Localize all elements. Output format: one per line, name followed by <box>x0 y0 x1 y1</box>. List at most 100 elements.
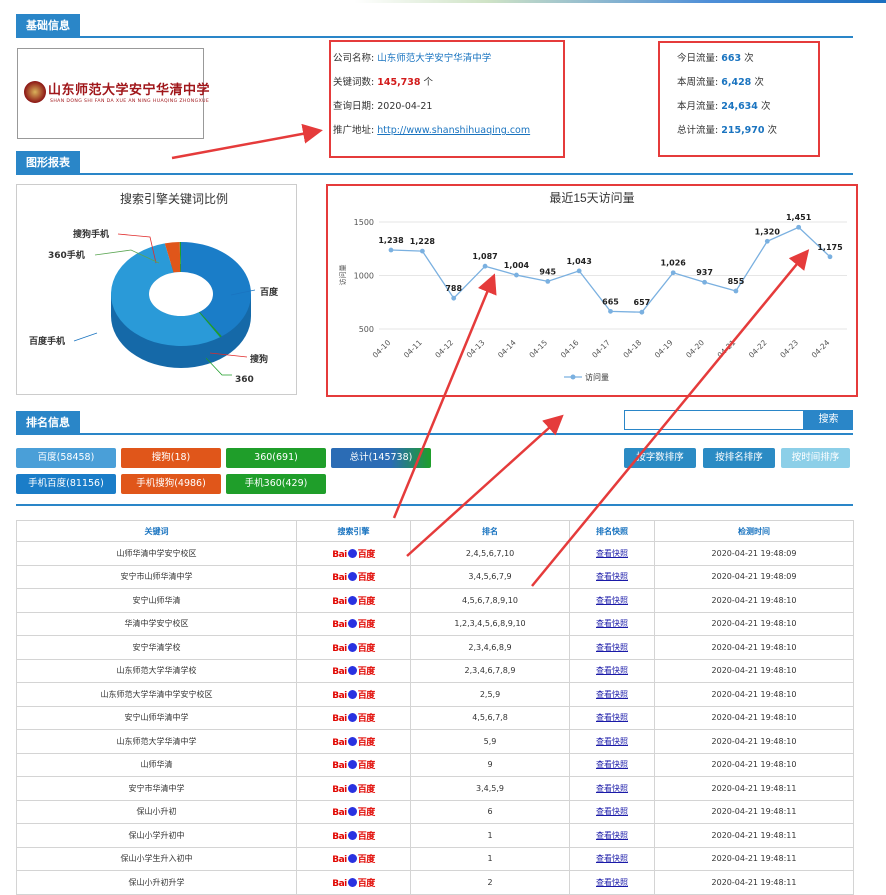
table-row: 山东师范大学华清中学安宁校区 Bai 百度 2,5,9 查看快照 2020-04-21 1… <box>16 682 854 707</box>
pie-label-baidu: 百度 <box>260 286 279 298</box>
engine-cell: Bai 百度 <box>296 564 411 589</box>
rank-cell: 3,4,5,6,7,9 <box>410 564 570 589</box>
keyword-cell: 山东师范大学华清中学 <box>16 729 297 754</box>
table-row: 安宁市山师华清中学 Bai 百度 3,4,5,6,7,9 查看快照 2020-04-21 … <box>16 564 854 589</box>
view-snapshot-link[interactable]: 查看快照 <box>596 596 628 605</box>
engine-button-mobile-360[interactable]: 手机360(429) <box>226 474 326 494</box>
view-snapshot-link[interactable]: 查看快照 <box>596 643 628 652</box>
keyword-cell: 安宁华清学校 <box>16 635 297 660</box>
time-cell: 2020-04-21 19:48:11 <box>654 870 854 895</box>
table-row: 保山小升初 Bai 百度 6 查看快照 2020-04-21 19:48:11 <box>16 799 854 824</box>
engine-cell: Bai 百度 <box>296 541 411 566</box>
engine-cell: Bai 百度 <box>296 658 411 683</box>
school-emblem-icon <box>24 81 46 103</box>
highlight-box-company <box>329 40 565 158</box>
donut-hole <box>149 272 213 316</box>
keyword-cell: 山师华清中学安宁校区 <box>16 541 297 566</box>
view-snapshot-link[interactable]: 查看快照 <box>596 854 628 863</box>
rank-cell: 2,5,9 <box>410 682 570 707</box>
view-snapshot-link[interactable]: 查看快照 <box>596 666 628 675</box>
engine-button-360[interactable]: 360(691) <box>226 448 326 468</box>
keyword-cell: 安宁山师华清 <box>16 588 297 613</box>
snapshot-cell: 查看快照 <box>569 870 655 895</box>
engine-cell: Bai 百度 <box>296 846 411 871</box>
view-snapshot-link[interactable]: 查看快照 <box>596 807 628 816</box>
view-snapshot-link[interactable]: 查看快照 <box>596 831 628 840</box>
keyword-cell: 华清中学安宁校区 <box>16 611 297 636</box>
table-row: 山师华清中学安宁校区 Bai 百度 2,4,5,6,7,10 查看快照 2020-04-2… <box>16 541 854 566</box>
keyword-cell: 保山小学升初中 <box>16 823 297 848</box>
pie-label-360-mobile: 360手机 <box>48 249 85 261</box>
engine-cell: Bai 百度 <box>296 799 411 824</box>
pie-label-sogou: 搜狗 <box>250 353 268 365</box>
view-snapshot-link[interactable]: 查看快照 <box>596 690 628 699</box>
engine-cell: Bai 百度 <box>296 682 411 707</box>
baidu-logo-icon: Bai 百度 <box>332 760 375 772</box>
snapshot-cell: 查看快照 <box>569 729 655 754</box>
rank-cell: 1,2,3,4,5,6,8,9,10 <box>410 611 570 636</box>
baidu-logo-icon: Bai 百度 <box>332 736 375 748</box>
pie-leader-line <box>73 332 98 342</box>
search-input[interactable] <box>624 410 804 430</box>
baidu-logo-icon: Bai 百度 <box>332 689 375 701</box>
view-snapshot-link[interactable]: 查看快照 <box>596 737 628 746</box>
rank-cell: 4,5,6,7,8 <box>410 705 570 730</box>
engine-cell: Bai 百度 <box>296 635 411 660</box>
table-row: 安宁市华清中学 Bai 百度 3,4,5,9 查看快照 2020-04-21 19:48:… <box>16 776 854 801</box>
keyword-cell: 安宁市华清中学 <box>16 776 297 801</box>
time-cell: 2020-04-21 19:48:09 <box>654 564 854 589</box>
search-button[interactable]: 搜索 <box>804 410 853 430</box>
snapshot-cell: 查看快照 <box>569 799 655 824</box>
time-cell: 2020-04-21 19:48:10 <box>654 588 854 613</box>
engine-cell: Bai 百度 <box>296 776 411 801</box>
time-cell: 2020-04-21 19:48:11 <box>654 799 854 824</box>
time-cell: 2020-04-21 19:48:10 <box>654 682 854 707</box>
table-row: 安宁华清学校 Bai 百度 2,3,4,6,8,9 查看快照 2020-04-21 19:… <box>16 635 854 660</box>
table-row: 安宁山师华清 Bai 百度 4,5,6,7,8,9,10 查看快照 2020-04-21 … <box>16 588 854 613</box>
rank-cell: 9 <box>410 752 570 777</box>
logo-english-text: SHAN DONG SHI FAN DA XUE AN NING HUAQING… <box>50 99 210 104</box>
rank-cell: 3,4,5,9 <box>410 776 570 801</box>
snapshot-cell: 查看快照 <box>569 564 655 589</box>
engine-cell: Bai 百度 <box>296 588 411 613</box>
keyword-cell: 山师华清 <box>16 752 297 777</box>
baidu-logo-icon: Bai 百度 <box>332 713 375 725</box>
engine-button-mobile-baidu[interactable]: 手机百度(81156) <box>16 474 116 494</box>
sort-by-rank-button[interactable]: 按排名排序 <box>703 448 775 468</box>
baidu-logo-icon: Bai 百度 <box>332 830 375 842</box>
table-row: 华清中学安宁校区 Bai 百度 1,2,3,4,5,6,8,9,10 查看快照 2020-… <box>16 611 854 636</box>
baidu-logo-icon: Bai 百度 <box>332 572 375 584</box>
view-snapshot-link[interactable]: 查看快照 <box>596 549 628 558</box>
baidu-logo-icon: Bai 百度 <box>332 807 375 819</box>
baidu-logo-icon: Bai 百度 <box>332 666 375 678</box>
rank-cell: 5,9 <box>410 729 570 754</box>
view-snapshot-link[interactable]: 查看快照 <box>596 784 628 793</box>
baidu-logo-icon: Bai 百度 <box>332 877 375 889</box>
snapshot-cell: 查看快照 <box>569 658 655 683</box>
engine-cell: Bai 百度 <box>296 705 411 730</box>
highlight-box-chart <box>326 184 858 397</box>
rank-cell: 2,4,5,6,7,10 <box>410 541 570 566</box>
view-snapshot-link[interactable]: 查看快照 <box>596 619 628 628</box>
baidu-logo-icon: Bai 百度 <box>332 595 375 607</box>
keyword-cell: 山东师范大学华清中学安宁校区 <box>16 682 297 707</box>
sort-by-time-button[interactable]: 按时间排序 <box>781 448 850 468</box>
logo-chinese-text: 山东师范大学安宁华清中学 <box>48 83 211 98</box>
snapshot-cell: 查看快照 <box>569 682 655 707</box>
view-snapshot-link[interactable]: 查看快照 <box>596 878 628 887</box>
engine-button-sogou[interactable]: 搜狗(18) <box>121 448 221 468</box>
view-snapshot-link[interactable]: 查看快照 <box>596 760 628 769</box>
engine-button-mobile-sogou[interactable]: 手机搜狗(4986) <box>121 474 221 494</box>
section-header-basic: 基础信息 <box>16 14 853 38</box>
pie-chart: 搜索引擎关键词比例 搜狗手机 360手机 百度 百度手机 搜狗 360 <box>29 191 279 385</box>
engine-button-total[interactable]: 总计(145738) <box>331 448 431 468</box>
engine-button-baidu[interactable]: 百度(58458) <box>16 448 116 468</box>
sort-by-length-button[interactable]: 按字数排序 <box>624 448 696 468</box>
snapshot-cell: 查看快照 <box>569 588 655 613</box>
time-cell: 2020-04-21 19:48:10 <box>654 705 854 730</box>
view-snapshot-link[interactable]: 查看快照 <box>596 713 628 722</box>
snapshot-cell: 查看快照 <box>569 776 655 801</box>
table-row: 山师华清 Bai 百度 9 查看快照 2020-04-21 19:48:10 <box>16 752 854 777</box>
pie-label-360: 360 <box>235 375 254 385</box>
view-snapshot-link[interactable]: 查看快照 <box>596 572 628 581</box>
